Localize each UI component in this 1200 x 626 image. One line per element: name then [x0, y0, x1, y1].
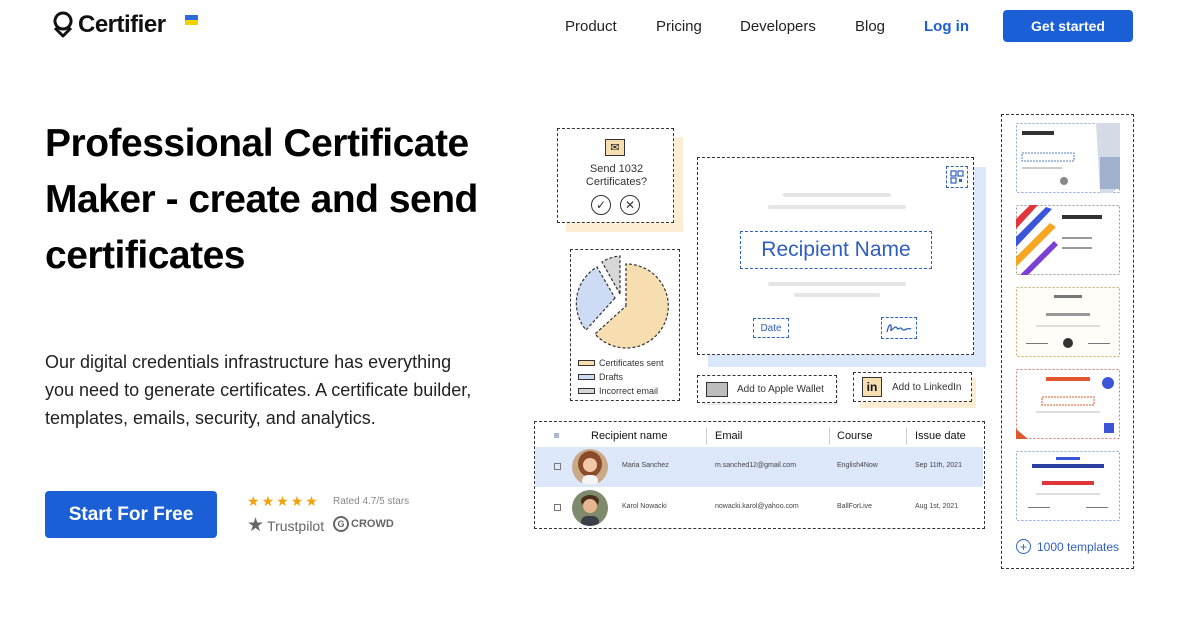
legend-swatch [578, 360, 595, 366]
recipient-course: BallForLive [837, 503, 873, 510]
send-confirmation-card: ✉ Send 1032 Certificates? ✓ ✕ [557, 128, 674, 223]
mail-icon: ✉ [605, 139, 625, 156]
row-checkbox [554, 463, 561, 470]
g2-crowd-badge[interactable]: G CROWD [333, 516, 394, 532]
column-header: Issue date [915, 430, 966, 442]
signature-field [881, 317, 917, 339]
add-to-apple-wallet-card: Add to Apple Wallet [697, 375, 837, 403]
login-link[interactable]: Log in [924, 18, 969, 35]
recipient-email: m.sanched12@gmail.com [715, 462, 797, 469]
column-header: Email [715, 430, 743, 442]
star-icon: ★ [276, 493, 289, 509]
ukraine-flag-icon [185, 15, 198, 25]
certificate-preview: Recipient Name Date [697, 157, 974, 355]
legend-swatch [578, 388, 595, 394]
trustpilot-label: Trustpilot [267, 517, 325, 534]
add-to-linkedin-card: in Add to LinkedIn [853, 372, 972, 402]
brand-logo[interactable]: Certifier [52, 11, 166, 39]
column-header: Recipient name [591, 430, 668, 442]
rating-text: Rated 4.7/5 stars [333, 496, 410, 507]
template-thumbnail [1016, 369, 1120, 439]
templates-panel: + 1000 templates [1001, 114, 1134, 569]
recipient-name-field: Recipient Name [740, 231, 932, 269]
recipient-name: Karol Nowacki [622, 503, 667, 510]
star-icon: ★ [247, 493, 260, 509]
template-classic-icon [1016, 287, 1120, 357]
recipient-name: Maria Sanchez [622, 462, 669, 469]
legend-label: Drafts [599, 372, 624, 382]
certifier-logo-icon [53, 11, 73, 38]
table-row: Karol Nowacki nowacki.karol@yahoo.com Ba… [535, 488, 983, 528]
cert-placeholder-line [783, 193, 891, 197]
column-header: Course [837, 430, 873, 442]
check-circle-icon: ✓ [591, 195, 611, 215]
linkedin-icon: in [862, 377, 882, 397]
issue-date: Aug 1st, 2021 [915, 503, 959, 510]
template-thumbnail [1016, 451, 1120, 521]
star-icon: ★ [261, 493, 275, 509]
date-field: Date [753, 318, 789, 338]
column-divider [829, 428, 830, 444]
nav-product[interactable]: Product [565, 18, 617, 35]
star-icon: ★ [290, 493, 304, 509]
pie-chart-illustration [575, 255, 669, 349]
cert-placeholder-line [794, 293, 880, 297]
template-blue-icon [1016, 123, 1120, 193]
recipient-course: English4Now [837, 462, 878, 469]
template-colorful-icon [1016, 205, 1120, 275]
template-orange-icon [1016, 369, 1120, 439]
templates-count-label: 1000 templates [1037, 539, 1120, 554]
cert-placeholder-line [768, 282, 906, 286]
legend-label: Incorrect email [599, 386, 659, 396]
start-for-free-button[interactable]: Start For Free [45, 491, 217, 538]
rating-stars: ★ ★ ★ ★ ★ [247, 494, 318, 508]
pie-legend: Certificates sent Drafts Incorrect email [578, 356, 664, 398]
templates-count: + 1000 templates [1016, 539, 1119, 554]
template-thumbnail [1016, 123, 1120, 193]
rating-block: ★ ★ ★ ★ ★ Rated 4.7/5 stars ★ Trustpilot… [247, 494, 409, 536]
star-icon: ★ [305, 493, 318, 509]
g2-label: CROWD [351, 518, 394, 530]
send-confirmation-text: Send 1032 Certificates? [585, 163, 648, 188]
template-thumbnail [1016, 287, 1120, 357]
qr-code-icon [946, 166, 968, 188]
avatar-man-icon [572, 490, 608, 526]
cert-placeholder-line [768, 205, 906, 209]
table-row: Maria Sanchez m.sanched12@gmail.com Engl… [535, 447, 983, 487]
site-header: Certifier Product Pricing Developers Blo… [0, 0, 1200, 54]
nav-blog[interactable]: Blog [855, 18, 885, 35]
signature-icon [886, 324, 912, 333]
brand-name: Certifier [78, 11, 166, 38]
qr-glyph [950, 170, 964, 184]
g2-logo-icon: G [333, 516, 349, 532]
avatar-woman-icon [572, 449, 608, 485]
legend-label: Certificates sent [599, 358, 664, 368]
apple-wallet-label: Add to Apple Wallet [737, 383, 824, 395]
header-checkbox [554, 433, 559, 438]
recipient-email: nowacki.karol@yahoo.com [715, 503, 799, 510]
trustpilot-badge[interactable]: ★ Trustpilot [247, 514, 324, 537]
trustpilot-star-icon: ★ [247, 515, 265, 536]
legend-swatch [578, 374, 595, 380]
column-divider [906, 428, 907, 444]
close-circle-icon: ✕ [620, 195, 640, 215]
analytics-pie-card: Certificates sent Drafts Incorrect email [570, 249, 680, 401]
wallet-icon [706, 381, 728, 397]
template-thumbnail [1016, 205, 1120, 275]
nav-developers[interactable]: Developers [740, 18, 816, 35]
hero-description: Our digital credentials infrastructure h… [45, 352, 472, 428]
recipients-table: Recipient name Email Course Issue date M… [534, 421, 985, 529]
hero-title: Professional Certificate Maker - create … [45, 122, 478, 277]
issue-date: Sep 11th, 2021 [915, 462, 962, 469]
get-started-button[interactable]: Get started [1003, 10, 1133, 42]
plus-circle-icon: + [1016, 539, 1031, 554]
avatar [572, 490, 608, 526]
template-accomplishment-icon [1016, 451, 1120, 521]
linkedin-label: Add to LinkedIn [892, 381, 962, 393]
nav-pricing[interactable]: Pricing [656, 18, 702, 35]
avatar [572, 449, 608, 485]
row-checkbox [554, 504, 561, 511]
column-divider [706, 428, 707, 444]
